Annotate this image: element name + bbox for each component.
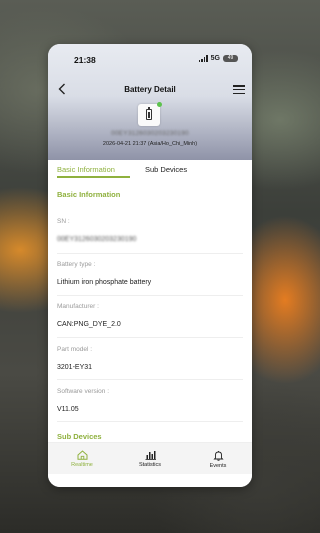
divider [57, 337, 243, 338]
field-software-version: Software version : V11.05 [57, 388, 243, 413]
field-label: Battery type : [57, 261, 96, 268]
field-label: Manufacturer : [57, 303, 99, 310]
divider [57, 379, 243, 380]
section-basic-information: Basic Information [57, 190, 121, 199]
nav-realtime-label: Realtime [71, 462, 93, 468]
nav-statistics[interactable]: Statistics [116, 443, 184, 475]
field-value: Lithium iron phosphate battery [57, 279, 152, 286]
field-value: 00EY3126030203230190 [57, 236, 137, 243]
home-icon [77, 450, 87, 460]
menu-icon[interactable] [233, 85, 245, 94]
field-sn: SN : 00EY3126030203230190 [57, 218, 243, 243]
status-time: 21:38 [74, 55, 96, 65]
field-value: 3201-EY31 [57, 364, 93, 371]
nav-events[interactable]: Events [184, 443, 252, 475]
nav-realtime[interactable]: Realtime [48, 443, 116, 475]
divider [57, 421, 243, 422]
field-value: V11.05 [57, 406, 79, 413]
divider [57, 295, 243, 296]
divider [57, 253, 243, 254]
nav-statistics-label: Statistics [138, 462, 161, 468]
field-battery-type: Battery type : Lithium iron phosphate ba… [57, 261, 243, 286]
field-label: Software version : [57, 388, 110, 395]
tab-sub-devices[interactable]: Sub Devices [145, 165, 187, 174]
field-label: Part model : [57, 346, 93, 353]
online-status-dot [157, 102, 162, 107]
status-bar: 21:38 5G 49 [48, 44, 252, 70]
network-label: 5G [210, 55, 220, 62]
device-timestamp: 2026-04-21 21:37 (Asia/Ho_Chi_Minh) [102, 141, 198, 147]
field-label: SN : [57, 218, 70, 225]
device-sn: 00EY3126030203230190 [111, 130, 189, 137]
battery-status-icon: 49 [223, 55, 238, 62]
phone-screen: 21:38 5G 49 Battery Detail 00EY312603020… [48, 44, 252, 487]
active-tab-indicator [57, 176, 130, 178]
nav-events-label: Events [209, 462, 227, 469]
status-icons: 5G 49 [198, 55, 238, 62]
bell-icon [212, 450, 224, 461]
field-manufacturer: Manufacturer : CAN:PNG_DYE_2.0 [57, 303, 243, 328]
signal-icon [198, 55, 208, 62]
tab-basic-information[interactable]: Basic Information [57, 165, 115, 174]
section-sub-devices: Sub Devices [57, 432, 102, 441]
battery-icon [146, 107, 152, 120]
header: 21:38 5G 49 Battery Detail 00EY312603020… [48, 44, 252, 160]
tab-bar: Basic Information Sub Devices [48, 162, 252, 178]
home-indicator-area [48, 474, 252, 487]
battery-device-icon [138, 102, 162, 126]
page-title: Battery Detail [124, 85, 176, 94]
bottom-nav: Realtime Statistics Events [48, 442, 252, 475]
field-part-model: Part model : 3201-EY31 [57, 346, 243, 371]
bar-chart-icon [145, 451, 156, 460]
field-value: CAN:PNG_DYE_2.0 [57, 321, 121, 328]
nav-bar: Battery Detail [48, 80, 252, 100]
